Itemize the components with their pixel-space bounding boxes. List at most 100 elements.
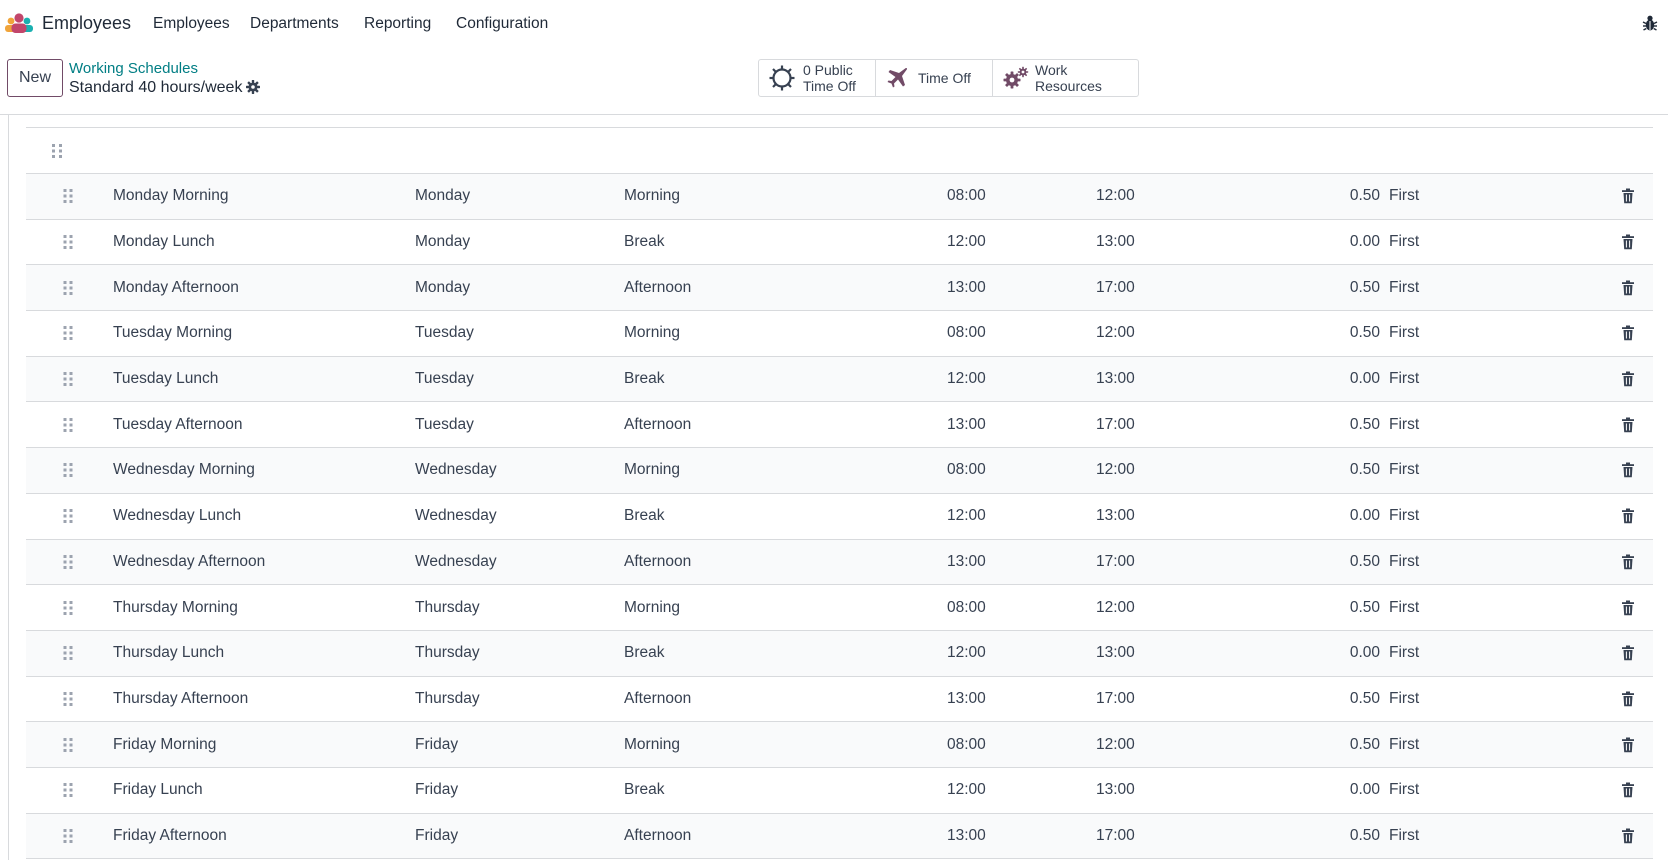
table-row[interactable]: Friday Morning Friday Morning 08:00 12:0…	[26, 722, 1653, 768]
cell-name[interactable]: Tuesday Lunch	[113, 370, 218, 388]
app-title[interactable]: Employees	[42, 13, 131, 34]
time-off-button[interactable]: Time Off	[876, 60, 993, 96]
table-row[interactable]: Wednesday Afternoon Wednesday Afternoon …	[26, 539, 1653, 586]
cell-work-to[interactable]: 13:00	[1096, 781, 1135, 799]
cell-duration-days[interactable]: 0.50	[1326, 461, 1380, 479]
trash-icon[interactable]	[1621, 828, 1635, 844]
cell-work-to[interactable]: 17:00	[1096, 690, 1135, 708]
cell-work-to[interactable]: 12:00	[1096, 187, 1135, 205]
cell-work-from[interactable]: 12:00	[947, 507, 986, 525]
cell-work-from[interactable]: 13:00	[947, 827, 986, 845]
drag-handle-icon[interactable]	[63, 188, 73, 204]
table-row[interactable]: Thursday Lunch Thursday Break 12:00 13:0…	[26, 630, 1653, 677]
cell-work-to[interactable]: 12:00	[1096, 599, 1135, 617]
table-row[interactable]: Thursday Morning Thursday Morning 08:00 …	[26, 585, 1653, 631]
cell-week-type[interactable]: First	[1389, 599, 1419, 617]
drag-handle-icon[interactable]	[63, 737, 73, 753]
cell-work-from[interactable]: 12:00	[947, 370, 986, 388]
cell-day-of-week[interactable]: Tuesday	[415, 416, 474, 434]
table-row[interactable]: Wednesday Morning Wednesday Morning 08:0…	[26, 448, 1653, 494]
employees-app-icon[interactable]	[4, 12, 34, 34]
cell-duration-days[interactable]: 0.50	[1326, 827, 1380, 845]
cell-week-type[interactable]: First	[1389, 690, 1419, 708]
cell-name[interactable]: Tuesday Morning	[113, 324, 232, 342]
cell-duration-days[interactable]: 0.00	[1326, 507, 1380, 525]
cell-work-from[interactable]: 13:00	[947, 553, 986, 571]
cell-week-type[interactable]: First	[1389, 507, 1419, 525]
cell-work-to[interactable]: 17:00	[1096, 827, 1135, 845]
cell-week-type[interactable]: First	[1389, 781, 1419, 799]
table-row[interactable]: Tuesday Lunch Tuesday Break 12:00 13:00 …	[26, 356, 1653, 403]
cell-day-period[interactable]: Afternoon	[624, 416, 691, 434]
cell-work-to[interactable]: 17:00	[1096, 553, 1135, 571]
trash-icon[interactable]	[1621, 417, 1635, 433]
trash-icon[interactable]	[1621, 600, 1635, 616]
cell-work-to[interactable]: 13:00	[1096, 370, 1135, 388]
trash-icon[interactable]	[1621, 645, 1635, 661]
cell-duration-days[interactable]: 0.00	[1326, 644, 1380, 662]
cell-day-period[interactable]: Morning	[624, 324, 680, 342]
drag-handle-icon[interactable]	[63, 645, 73, 661]
table-row[interactable]: Tuesday Afternoon Tuesday Afternoon 13:0…	[26, 402, 1653, 449]
gear-icon[interactable]	[246, 80, 260, 94]
public-time-off-button[interactable]: 0 Public Time Off	[759, 60, 876, 96]
cell-day-of-week[interactable]: Thursday	[415, 599, 480, 617]
cell-day-period[interactable]: Break	[624, 370, 665, 388]
cell-name[interactable]: Tuesday Afternoon	[113, 416, 243, 434]
cell-week-type[interactable]: First	[1389, 644, 1419, 662]
cell-week-type[interactable]: First	[1389, 187, 1419, 205]
cell-day-of-week[interactable]: Thursday	[415, 690, 480, 708]
cell-day-of-week[interactable]: Wednesday	[415, 461, 497, 479]
cell-name[interactable]: Friday Morning	[113, 736, 216, 754]
trash-icon[interactable]	[1621, 782, 1635, 798]
drag-handle-icon[interactable]	[63, 828, 73, 844]
new-button[interactable]: New	[7, 59, 63, 97]
cell-duration-days[interactable]: 0.00	[1326, 781, 1380, 799]
cell-week-type[interactable]: First	[1389, 461, 1419, 479]
cell-duration-days[interactable]: 0.50	[1326, 279, 1380, 297]
drag-handle-icon[interactable]	[63, 691, 73, 707]
cell-day-of-week[interactable]: Monday	[415, 233, 470, 251]
cell-day-period[interactable]: Afternoon	[624, 279, 691, 297]
cell-day-of-week[interactable]: Monday	[415, 187, 470, 205]
cell-day-of-week[interactable]: Friday	[415, 736, 458, 754]
cell-duration-days[interactable]: 0.50	[1326, 553, 1380, 571]
cell-name[interactable]: Thursday Afternoon	[113, 690, 248, 708]
trash-icon[interactable]	[1621, 280, 1635, 296]
trash-icon[interactable]	[1621, 462, 1635, 478]
menu-configuration[interactable]: Configuration	[456, 15, 548, 33]
cell-name[interactable]: Thursday Morning	[113, 599, 238, 617]
cell-day-of-week[interactable]: Tuesday	[415, 370, 474, 388]
cell-day-period[interactable]: Break	[624, 644, 665, 662]
cell-name[interactable]: Monday Afternoon	[113, 279, 239, 297]
cell-day-of-week[interactable]: Tuesday	[415, 324, 474, 342]
cell-day-of-week[interactable]: Wednesday	[415, 507, 497, 525]
cell-day-period[interactable]: Afternoon	[624, 690, 691, 708]
cell-work-to[interactable]: 17:00	[1096, 416, 1135, 434]
trash-icon[interactable]	[1621, 508, 1635, 524]
cell-week-type[interactable]: First	[1389, 736, 1419, 754]
table-row[interactable]: Wednesday Lunch Wednesday Break 12:00 13…	[26, 494, 1653, 540]
cell-work-to[interactable]: 12:00	[1096, 324, 1135, 342]
cell-duration-days[interactable]: 0.50	[1326, 187, 1380, 205]
cell-name[interactable]: Friday Lunch	[113, 781, 203, 799]
drag-handle-icon[interactable]	[63, 280, 73, 296]
cell-day-period[interactable]: Break	[624, 781, 665, 799]
cell-work-to[interactable]: 13:00	[1096, 507, 1135, 525]
cell-duration-days[interactable]: 0.00	[1326, 233, 1380, 251]
cell-name[interactable]: Monday Morning	[113, 187, 228, 205]
trash-icon[interactable]	[1621, 325, 1635, 341]
cell-day-period[interactable]: Afternoon	[624, 553, 691, 571]
menu-reporting[interactable]: Reporting	[364, 15, 431, 33]
cell-duration-days[interactable]: 0.50	[1326, 690, 1380, 708]
drag-handle-icon[interactable]	[63, 325, 73, 341]
drag-handle-icon[interactable]	[63, 462, 73, 478]
trash-icon[interactable]	[1621, 234, 1635, 250]
cell-day-period[interactable]: Morning	[624, 461, 680, 479]
cell-work-from[interactable]: 08:00	[947, 736, 986, 754]
cell-work-to[interactable]: 12:00	[1096, 461, 1135, 479]
cell-week-type[interactable]: First	[1389, 827, 1419, 845]
table-row[interactable]: Monday Morning Monday Morning 08:00 12:0…	[26, 174, 1653, 220]
cell-day-of-week[interactable]: Wednesday	[415, 553, 497, 571]
trash-icon[interactable]	[1621, 737, 1635, 753]
